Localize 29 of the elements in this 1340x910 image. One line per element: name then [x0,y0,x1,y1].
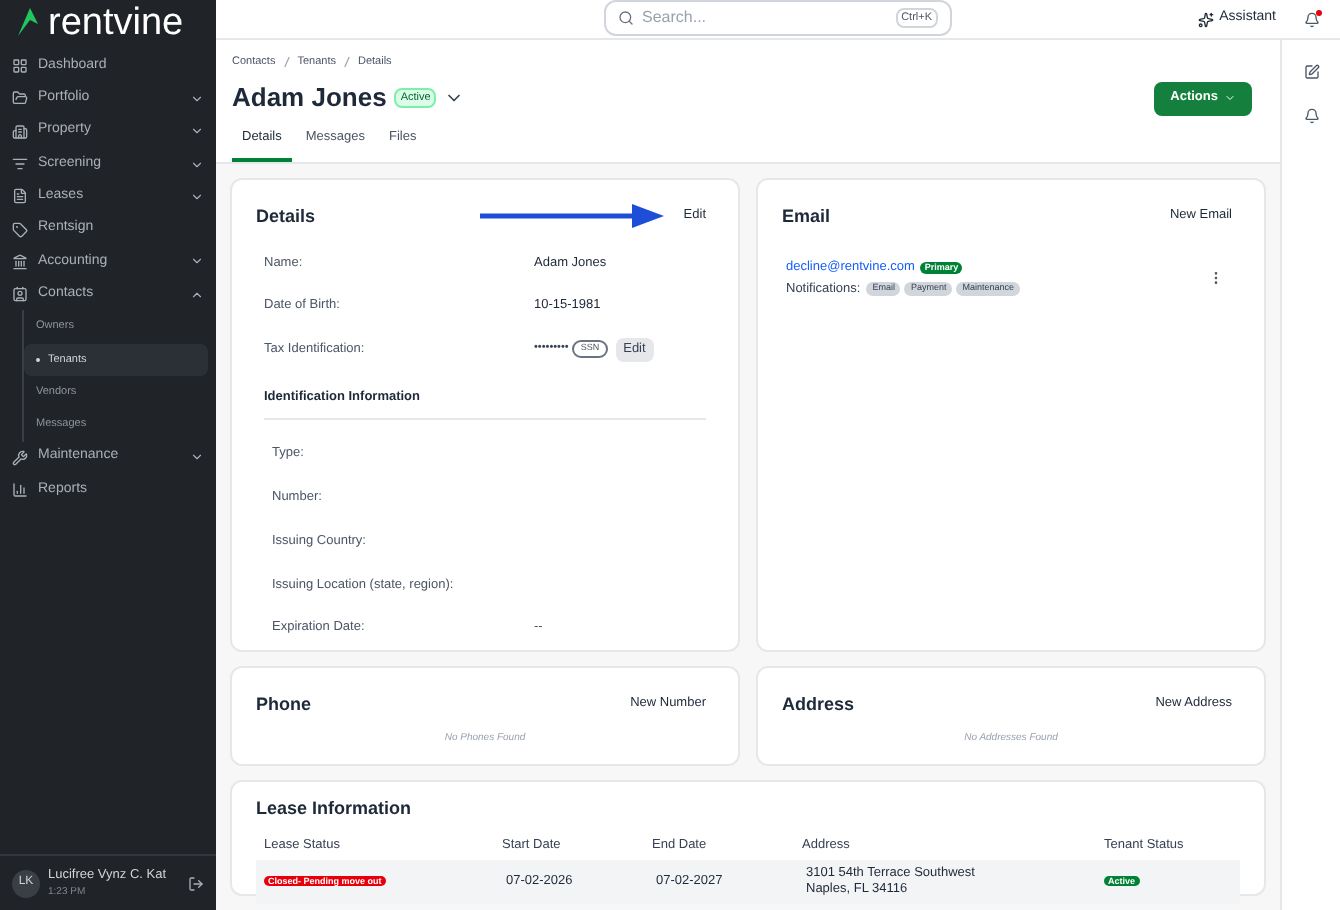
card-title: Lease Information [256,795,412,821]
card-title: Email [782,203,831,229]
page-title: Adam Jones [232,80,387,117]
search-input[interactable]: Search... [642,6,888,30]
separator-icon [283,56,290,69]
wrench-icon [12,449,28,466]
bank-icon [12,253,28,270]
tag-icon [12,221,28,238]
card-title: Address [782,691,855,717]
brand-name: rentvine [48,3,184,41]
edit-icon[interactable] [1303,64,1319,80]
contact-card-icon [12,286,28,303]
card-title: Phone [256,691,312,717]
notifications-button[interactable] [1304,11,1320,27]
document-icon [12,188,28,205]
list-icon [12,156,28,173]
building-icon [12,123,28,140]
sparkles-icon [1197,11,1214,27]
bell-icon [1304,11,1320,27]
grid-icon [12,58,28,75]
bar-chart-icon [12,482,28,498]
logo-icon [16,6,40,38]
folder-icon [12,90,28,107]
chevron-down-icon [1224,92,1236,104]
search-icon [618,10,634,26]
separator-icon [343,56,350,69]
card-title: Details [256,203,316,229]
logout-icon[interactable] [188,875,204,891]
bell-icon[interactable] [1303,108,1319,124]
